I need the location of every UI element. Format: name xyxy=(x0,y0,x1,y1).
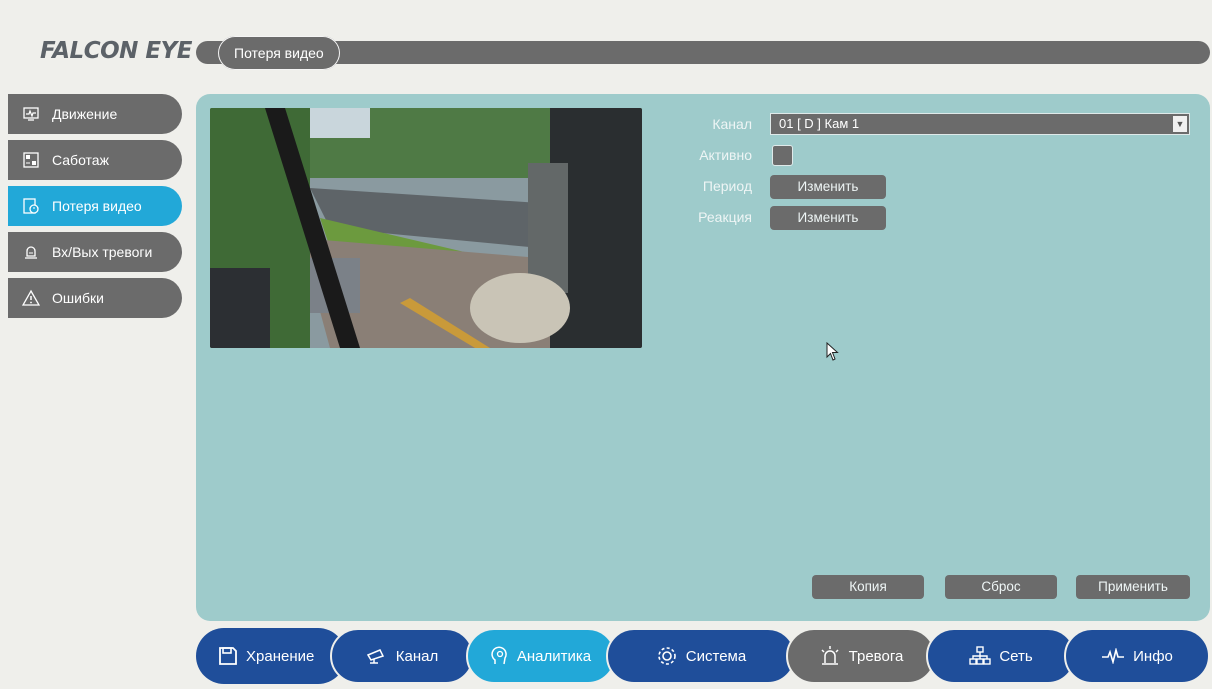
sidebar-item-label: Движение xyxy=(52,106,118,122)
floppy-icon xyxy=(218,646,238,666)
sidebar-item-alarm-io[interactable]: Вх/Вых тревоги xyxy=(8,232,182,272)
pulse-icon xyxy=(1101,648,1125,664)
title-bar xyxy=(196,41,1210,64)
warning-icon xyxy=(22,289,40,307)
alarm-io-icon xyxy=(22,243,40,261)
nav-tab-info[interactable]: Инфо xyxy=(1064,628,1210,684)
nav-tab-label: Система xyxy=(685,647,747,665)
sidebar: Движение Саботаж Потеря видео Вх/Вых тре… xyxy=(8,94,182,324)
network-icon xyxy=(969,646,992,666)
sidebar-item-label: Потеря видео xyxy=(52,198,142,214)
channel-select[interactable]: 01 [ D ] Кам 1 ▼ xyxy=(770,113,1190,135)
nav-tab-alarm[interactable]: Тревога xyxy=(786,628,936,684)
sidebar-item-motion[interactable]: Движение xyxy=(8,94,182,134)
sidebar-item-label: Ошибки xyxy=(52,290,104,306)
period-label: Период xyxy=(702,178,752,194)
nav-tab-channel[interactable]: Канал xyxy=(330,628,474,684)
nav-tab-analytics[interactable]: Аналитика xyxy=(466,628,616,684)
nav-tab-label: Хранение xyxy=(246,647,315,665)
mouse-cursor-icon xyxy=(826,341,840,367)
chevron-down-icon[interactable]: ▼ xyxy=(1173,116,1187,132)
tamper-icon xyxy=(22,151,40,169)
channel-select-value: 01 [ D ] Кам 1 xyxy=(779,116,860,131)
motion-icon xyxy=(22,105,40,123)
page-title: Потеря видео xyxy=(218,36,340,70)
brand-logo: FALCON EYE xyxy=(40,38,192,64)
sidebar-item-video-loss[interactable]: Потеря видео xyxy=(8,186,182,226)
reaction-label: Реакция xyxy=(698,209,752,225)
camera-icon xyxy=(366,647,388,665)
gear-icon xyxy=(656,645,678,667)
nav-tab-system[interactable]: Система xyxy=(606,628,796,684)
channel-label: Канал xyxy=(712,116,752,132)
sidebar-item-tamper[interactable]: Саботаж xyxy=(8,140,182,180)
reset-button[interactable]: Сброс xyxy=(945,575,1057,599)
nav-tab-network[interactable]: Сеть xyxy=(926,628,1076,684)
video-loss-icon xyxy=(22,197,40,215)
sidebar-item-errors[interactable]: Ошибки xyxy=(8,278,182,318)
nav-tab-label: Инфо xyxy=(1133,647,1173,665)
bottom-nav: Хранение Канал Аналитика Система Тревога… xyxy=(196,628,1212,684)
camera-preview xyxy=(210,108,642,348)
analytics-icon xyxy=(491,646,509,666)
sidebar-item-label: Вх/Вых тревоги xyxy=(52,244,153,260)
sidebar-item-label: Саботаж xyxy=(52,152,109,168)
reaction-edit-button[interactable]: Изменить xyxy=(770,206,886,230)
period-edit-button[interactable]: Изменить xyxy=(770,175,886,199)
active-checkbox[interactable] xyxy=(772,145,793,166)
nav-tab-label: Аналитика xyxy=(516,647,592,665)
alarm-icon xyxy=(819,645,841,667)
active-label: Активно xyxy=(699,147,752,163)
settings-panel: Канал 01 [ D ] Кам 1 ▼ Активно Период Из… xyxy=(196,94,1210,621)
nav-tab-storage[interactable]: Хранение xyxy=(196,628,346,684)
nav-tab-label: Тревога xyxy=(848,647,904,665)
nav-tab-label: Сеть xyxy=(999,647,1033,665)
nav-tab-label: Канал xyxy=(395,647,439,665)
apply-button[interactable]: Применить xyxy=(1076,575,1190,599)
copy-button[interactable]: Копия xyxy=(812,575,924,599)
